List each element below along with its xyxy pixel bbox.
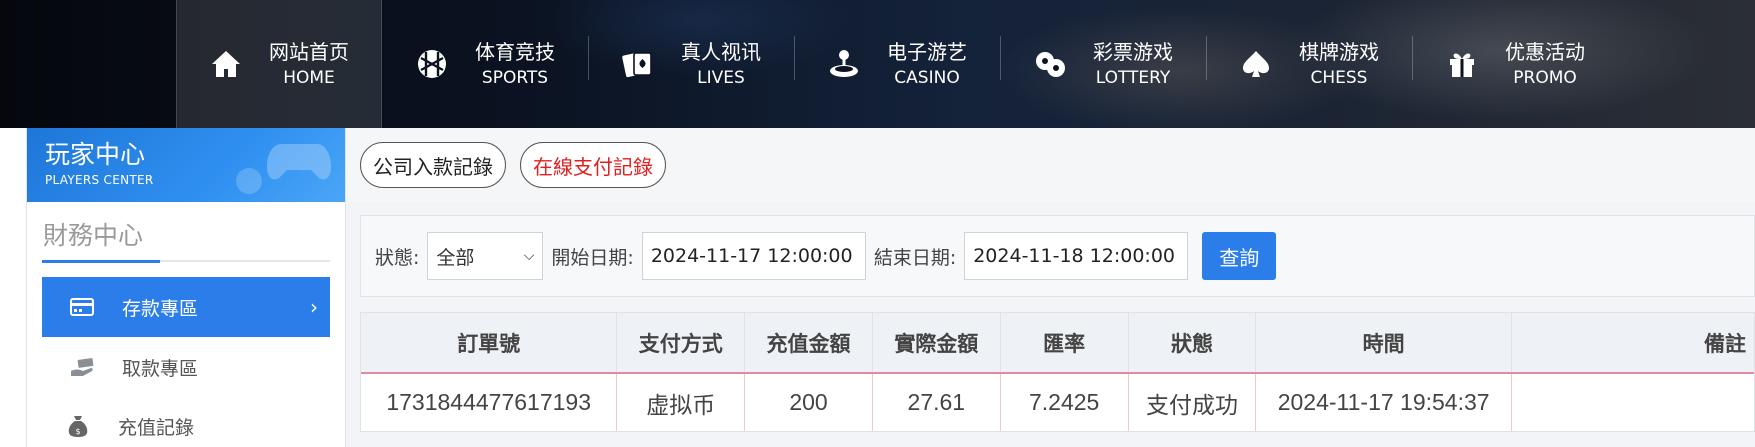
wallet-icon — [68, 293, 96, 321]
status-select[interactable]: 全部 ⌵ — [427, 232, 544, 280]
chevron-down-icon: ⌵ — [523, 248, 535, 264]
nav-lives-text: 真人视讯 LIVES — [681, 40, 761, 88]
col-actual-amount: 實際金額 — [872, 313, 1001, 374]
end-date-input[interactable]: 2024-11-18 12:00:00 — [964, 232, 1189, 280]
svg-text:$: $ — [75, 427, 80, 436]
nav-casino-en: CASINO — [894, 67, 960, 88]
nav-home[interactable]: 网站首页 HOME — [176, 0, 382, 128]
sidebar-item-recharge-records[interactable]: $ 充值記錄 — [42, 397, 330, 447]
gift-icon — [1445, 47, 1479, 81]
cell-status: 支付成功 — [1128, 373, 1257, 431]
tab-online-payment-records[interactable]: 在線支付記錄 — [520, 142, 666, 188]
nav-lottery-text: 彩票游戏 LOTTERY — [1093, 40, 1173, 88]
start-date-label: 開始日期: — [551, 246, 634, 269]
lottery-balls-icon — [1033, 47, 1067, 81]
cell-exchange-rate: 7.2425 — [1000, 373, 1129, 431]
nav-promo[interactable]: 优惠活动 PROMO — [1412, 0, 1618, 128]
table-row: 1731844477617193 虚拟币 200 27.61 7.2425 支付… — [361, 373, 1754, 431]
nav-casino-text: 电子游艺 CASINO — [887, 40, 967, 88]
nav-chess[interactable]: 棋牌游戏 CHESS — [1206, 0, 1412, 128]
nav-promo-en: PROMO — [1513, 67, 1577, 88]
controller-icon — [231, 166, 267, 200]
nav-lottery[interactable]: 彩票游戏 LOTTERY — [1000, 0, 1206, 128]
nav-casino[interactable]: 电子游艺 CASINO — [794, 0, 1000, 128]
col-recharge-amount: 充值金額 — [744, 313, 873, 374]
status-label: 狀態: — [375, 246, 420, 269]
table-header-row: 訂單號 支付方式 充值金額 實際金額 匯率 狀態 時間 備註 — [361, 313, 1754, 374]
query-button[interactable]: 查詢 — [1202, 232, 1277, 280]
col-remarks: 備註 — [1511, 313, 1754, 374]
sidebar-item-deposit[interactable]: 存款專區 › — [42, 277, 330, 337]
nav-lives[interactable]: 真人视讯 LIVES — [588, 0, 794, 128]
nav-lottery-cn: 彩票游戏 — [1093, 39, 1173, 64]
sidebar-item-label: 存款專區 — [122, 297, 199, 320]
sidebar-menu: 存款專區 › 取款專區 $ 充值記錄 — [27, 277, 345, 447]
cell-payment-method: 虚拟币 — [616, 373, 746, 431]
nav-sports[interactable]: 体育竞技 SPORTS — [382, 0, 588, 128]
spade-icon — [1239, 47, 1273, 81]
section-divider — [42, 260, 330, 263]
nav-lottery-en: LOTTERY — [1095, 67, 1171, 88]
col-status: 狀態 — [1128, 313, 1257, 374]
sidebar-item-label: 充值記錄 — [118, 416, 195, 439]
records-table: 訂單號 支付方式 充值金額 實際金額 匯率 狀態 時間 備註 173184447… — [361, 313, 1754, 431]
cards-icon — [621, 47, 655, 81]
col-order-no: 訂單號 — [361, 313, 618, 374]
cash-hand-icon — [68, 353, 96, 381]
records-table-wrap: 訂單號 支付方式 充值金額 實際金額 匯率 狀態 時間 備註 173184447… — [360, 312, 1755, 432]
filter-bar: 狀態: 全部 ⌵ 開始日期: 2024-11-17 12:00:00 結束日期:… — [360, 215, 1755, 297]
nav-lives-en: LIVES — [697, 67, 745, 88]
start-date-input[interactable]: 2024-11-17 12:00:00 — [641, 232, 866, 280]
main-nav: 网站首页 HOME 体育竞技 SPORTS 真人视讯 LIVES 电子游艺 CA… — [176, 0, 1618, 128]
joystick-icon — [827, 47, 861, 81]
nav-sports-en: SPORTS — [481, 67, 549, 88]
end-date-label: 結束日期: — [873, 246, 957, 269]
col-time: 時間 — [1255, 313, 1512, 374]
cell-recharge-amount: 200 — [744, 373, 873, 431]
main-content: 公司入款記錄 在線支付記錄 狀態: 全部 ⌵ 開始日期: 2024-11-17 … — [346, 128, 1755, 447]
nav-promo-text: 优惠活动 PROMO — [1505, 40, 1585, 88]
nav-promo-cn: 优惠活动 — [1505, 39, 1585, 64]
nav-chess-text: 棋牌游戏 CHESS — [1299, 40, 1379, 88]
nav-home-cn: 网站首页 — [269, 39, 349, 64]
nav-casino-cn: 电子游艺 — [887, 39, 967, 64]
chevron-right-icon: › — [310, 295, 318, 319]
nav-home-en: HOME — [283, 67, 335, 88]
ball-icon — [415, 47, 449, 81]
top-banner: 网站首页 HOME 体育竞技 SPORTS 真人视讯 LIVES 电子游艺 CA… — [0, 0, 1755, 128]
home-icon — [209, 47, 243, 81]
nav-sports-cn: 体育竞技 — [475, 39, 555, 64]
nav-lives-cn: 真人视讯 — [681, 39, 761, 64]
money-bag-icon: $ — [64, 412, 92, 440]
players-center-header: 玩家中心 PLAYERS CENTER — [27, 128, 345, 202]
nav-sports-text: 体育竞技 SPORTS — [475, 40, 555, 88]
tab-company-deposit-records[interactable]: 公司入款記錄 — [360, 142, 506, 188]
cell-remarks — [1511, 373, 1754, 431]
nav-chess-cn: 棋牌游戏 — [1299, 39, 1379, 64]
cell-actual-amount: 27.61 — [872, 373, 1001, 431]
sidebar-item-label: 取款專區 — [122, 357, 199, 380]
col-payment-method: 支付方式 — [616, 313, 746, 374]
record-tabs: 公司入款記錄 在線支付記錄 — [346, 128, 1755, 202]
nav-chess-en: CHESS — [1310, 67, 1368, 88]
nav-home-text: 网站首页 HOME — [269, 40, 349, 88]
col-exchange-rate: 匯率 — [1000, 313, 1129, 374]
cell-time: 2024-11-17 19:54:37 — [1255, 373, 1512, 431]
cell-order-no: 1731844477617193 — [361, 373, 618, 431]
finance-center-heading: 財務中心 — [43, 221, 144, 250]
sidebar: 玩家中心 PLAYERS CENTER 財務中心 存款專區 › 取款專區 $ 充… — [26, 128, 346, 447]
sidebar-item-withdraw[interactable]: 取款專區 — [42, 337, 330, 397]
status-select-value: 全部 — [436, 246, 475, 269]
gamepad-icon — [267, 134, 331, 190]
